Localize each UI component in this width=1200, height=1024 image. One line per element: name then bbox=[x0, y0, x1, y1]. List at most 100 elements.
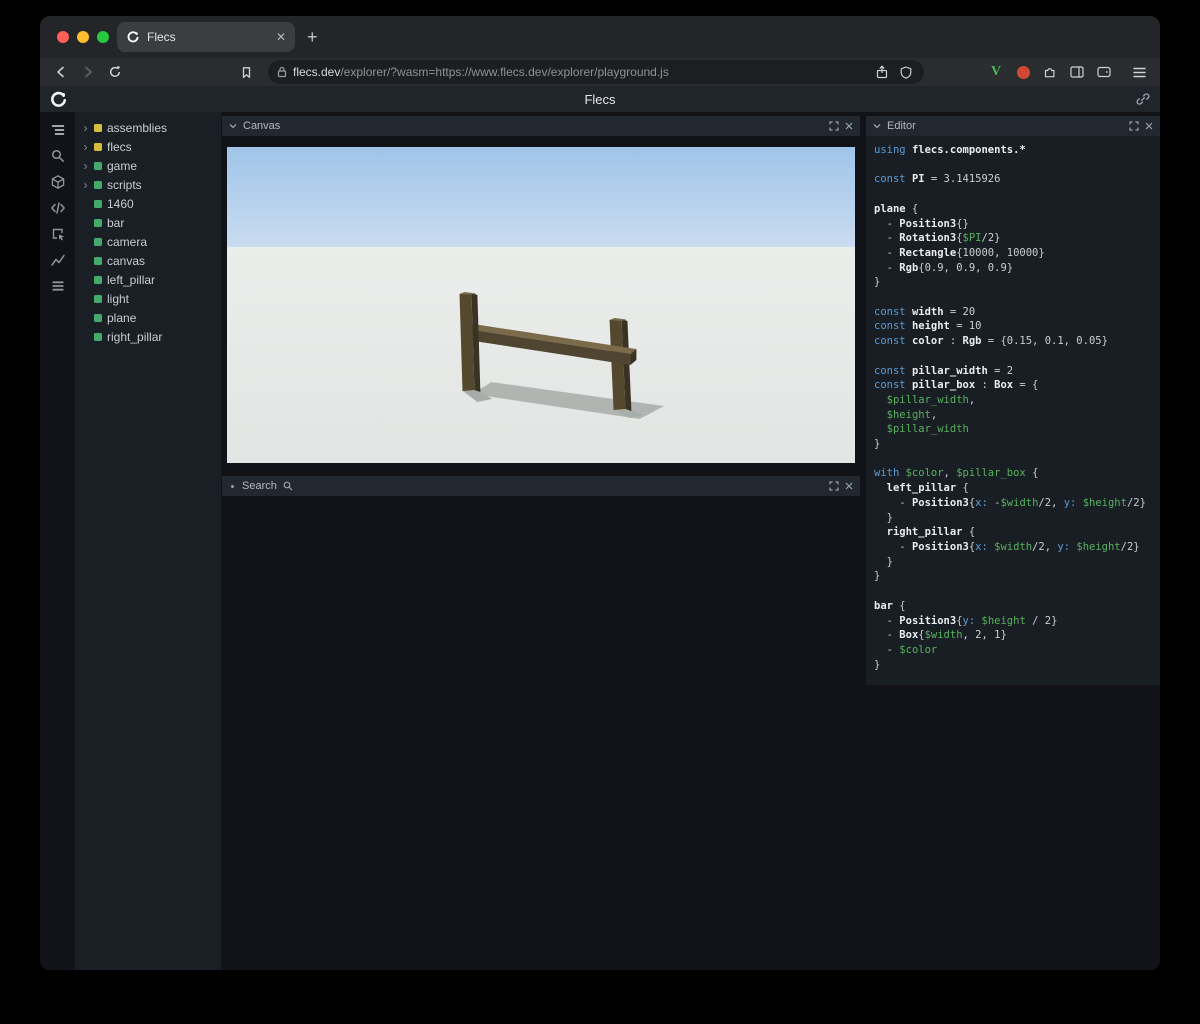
code-token: $width bbox=[994, 540, 1033, 553]
entity-square-icon bbox=[94, 218, 102, 227]
code-line: } bbox=[874, 569, 1152, 584]
tree-item-bar[interactable]: bar bbox=[75, 213, 221, 232]
tree-item-left_pillar[interactable]: left_pillar bbox=[75, 270, 221, 289]
tree-item-right_pillar[interactable]: right_pillar bbox=[75, 327, 221, 346]
tree-item-game[interactable]: › game bbox=[75, 156, 221, 175]
tree-item-flecs[interactable]: › flecs bbox=[75, 137, 221, 156]
minimize-window-button[interactable] bbox=[77, 31, 89, 43]
brave-shield-icon[interactable] bbox=[897, 63, 915, 81]
tree-item-1460[interactable]: 1460 bbox=[75, 194, 221, 213]
tab-bar: Flecs ✕ + bbox=[40, 16, 1160, 58]
code-token: , bbox=[968, 393, 976, 406]
desktop-background: Flecs ✕ + flecs.dev/explorer/?wasm=https… bbox=[0, 0, 1200, 1024]
code-token: $color bbox=[905, 467, 944, 480]
expand-chevron-icon[interactable]: › bbox=[82, 160, 89, 172]
code-token: $pillar_width bbox=[886, 393, 969, 406]
app-title: Flecs bbox=[584, 91, 616, 107]
editor-fullscreen-button[interactable] bbox=[1129, 121, 1139, 131]
bookmark-icon[interactable] bbox=[235, 61, 257, 83]
share-button[interactable] bbox=[873, 63, 891, 81]
code-line: $pillar_width, bbox=[874, 393, 1152, 408]
code-line: const height = 10 bbox=[874, 319, 1152, 334]
code-token: Box bbox=[994, 379, 1014, 392]
collapse-chevron-icon[interactable] bbox=[229, 123, 237, 129]
tab-close-icon[interactable]: ✕ bbox=[276, 31, 286, 43]
extension-v-icon[interactable]: V bbox=[985, 61, 1007, 83]
search-icon[interactable] bbox=[50, 148, 66, 164]
editor-close-button[interactable] bbox=[1145, 122, 1153, 130]
forward-button[interactable] bbox=[77, 61, 99, 83]
canvas-close-button[interactable] bbox=[845, 122, 853, 130]
sidebar-toggle-icon[interactable] bbox=[1066, 61, 1088, 83]
entity-square-icon bbox=[94, 275, 102, 284]
extension-red-circle-icon[interactable] bbox=[1012, 61, 1034, 83]
tree-item-scripts[interactable]: › scripts bbox=[75, 175, 221, 194]
collapse-chevron-icon[interactable] bbox=[873, 123, 881, 129]
browser-toolbar: flecs.dev/explorer/?wasm=https://www.fle… bbox=[40, 58, 1160, 86]
back-button[interactable] bbox=[50, 61, 72, 83]
code-token: color bbox=[911, 335, 944, 348]
new-tab-button[interactable]: + bbox=[307, 28, 318, 46]
close-window-button[interactable] bbox=[57, 31, 69, 43]
code-token: left_pillar bbox=[874, 482, 957, 495]
permalink-button[interactable] bbox=[1136, 92, 1150, 106]
expand-chevron-icon[interactable]: › bbox=[82, 122, 89, 134]
expand-chevron-icon[interactable]: › bbox=[82, 141, 89, 153]
code-line: left_pillar { bbox=[874, 481, 1152, 496]
code-icon[interactable] bbox=[50, 200, 66, 216]
extensions-puzzle-icon[interactable] bbox=[1039, 61, 1061, 83]
code-token: Rotation3 bbox=[899, 232, 957, 245]
code-token: } bbox=[874, 511, 893, 524]
code-token: $pillar_box bbox=[956, 467, 1026, 480]
cube-icon[interactable] bbox=[50, 174, 66, 190]
rows-icon[interactable] bbox=[50, 278, 66, 294]
canvas-3d-scene[interactable] bbox=[227, 147, 855, 463]
code-token: = 3.1415926 bbox=[924, 173, 1001, 186]
code-token: y: bbox=[962, 614, 976, 627]
code-token: {0.9, 0.9, 0.9} bbox=[918, 261, 1014, 274]
search-panel-bullet-icon[interactable] bbox=[231, 484, 234, 488]
tree-item-light[interactable]: light bbox=[75, 289, 221, 308]
search-panel-title: Search bbox=[242, 480, 277, 492]
code-token: $pillar_width bbox=[886, 423, 969, 436]
wallet-icon[interactable] bbox=[1093, 61, 1115, 83]
canvas-fullscreen-button[interactable] bbox=[829, 121, 839, 131]
code-token: $width bbox=[924, 629, 963, 642]
code-line: plane { bbox=[874, 202, 1152, 217]
code-line: - Position3{} bbox=[874, 217, 1152, 232]
tree-item-label: game bbox=[107, 158, 138, 173]
code-token: Position3 bbox=[911, 540, 969, 553]
browser-tab[interactable]: Flecs ✕ bbox=[117, 22, 295, 52]
code-token: } bbox=[874, 438, 881, 451]
address-bar[interactable]: flecs.dev/explorer/?wasm=https://www.fle… bbox=[268, 60, 924, 84]
reload-button[interactable] bbox=[104, 61, 126, 83]
inspect-icon[interactable] bbox=[50, 226, 66, 242]
code-token: - bbox=[874, 496, 912, 509]
tree-item-camera[interactable]: camera bbox=[75, 232, 221, 251]
tree-item-label: right_pillar bbox=[107, 329, 163, 344]
search-close-button[interactable] bbox=[845, 482, 853, 490]
editor-code[interactable]: using flecs.components.* const PI = 3.14… bbox=[866, 136, 1160, 686]
code-token: /2} bbox=[1126, 496, 1146, 509]
code-token: } bbox=[874, 276, 881, 289]
lock-icon[interactable] bbox=[277, 66, 287, 78]
red-circle bbox=[1016, 65, 1030, 79]
canvas-viewport bbox=[227, 147, 855, 463]
code-token: const bbox=[874, 305, 912, 318]
tree-item-assemblies[interactable]: › assemblies bbox=[75, 118, 221, 137]
expand-chevron-icon[interactable]: › bbox=[82, 179, 89, 191]
tree-item-label: 1460 bbox=[107, 196, 134, 211]
zoom-window-button[interactable] bbox=[97, 31, 109, 43]
code-token: Rgb bbox=[962, 335, 982, 348]
outliner-icon[interactable] bbox=[50, 122, 66, 138]
menu-button[interactable] bbox=[1128, 61, 1150, 83]
stats-icon[interactable] bbox=[50, 252, 66, 268]
search-fullscreen-button[interactable] bbox=[829, 481, 839, 491]
entity-square-icon bbox=[94, 332, 102, 341]
tree-item-canvas[interactable]: canvas bbox=[75, 251, 221, 270]
tool-icon-strip bbox=[40, 112, 75, 970]
tree-item-plane[interactable]: plane bbox=[75, 308, 221, 327]
